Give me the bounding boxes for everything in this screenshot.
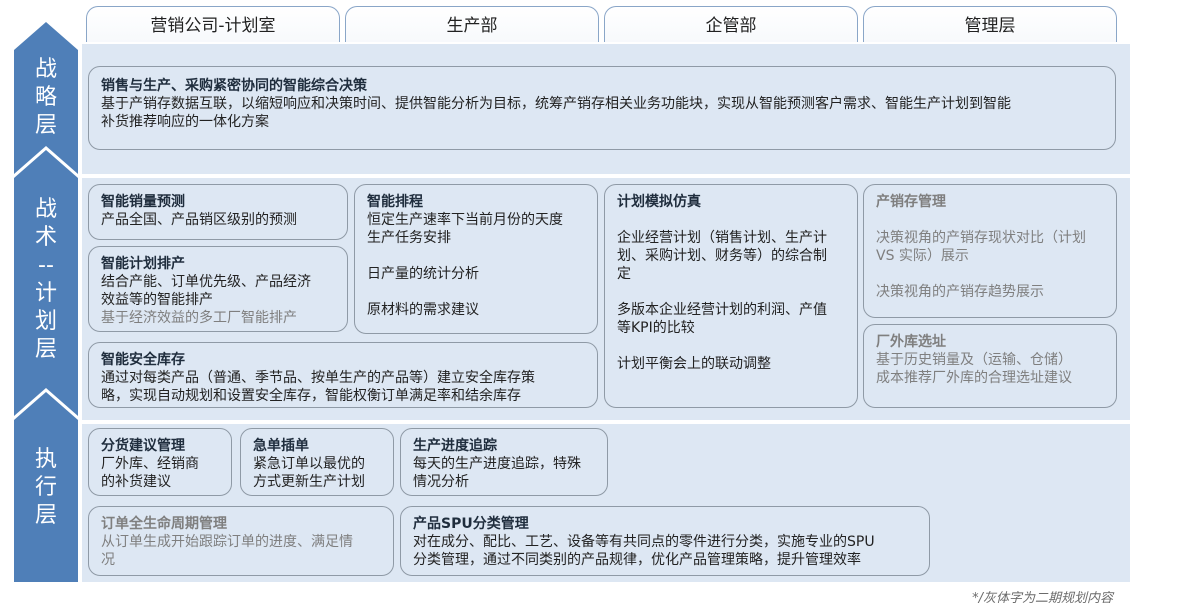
psi-management-desc-2: VS 实际）展示 (876, 248, 969, 264)
urgent-order-title: 急单插单 (253, 438, 309, 454)
strategy-box-line1: 基于产销存数据互联，以缩短响应和决策时间、提供智能分析为目标，统筹产销存相关业务… (101, 96, 1011, 112)
strategy-box-title: 销售与生产、采购紧密协同的智能综合决策 (101, 78, 367, 94)
plan-schedule-title: 智能计划排产 (101, 256, 185, 272)
order-lifecycle-box: 订单全生命周期管理 从订单生成开始跟踪订单的进度、满足情 况 (88, 506, 394, 576)
column-tab-enterprise-mgmt: 企管部 (604, 6, 858, 42)
plan-simulation-desc-6: 计划平衡会上的联动调整 (617, 356, 771, 372)
strategy-decision-box: 销售与生产、采购紧密协同的智能综合决策 基于产销存数据互联，以缩短响应和决策时间… (88, 66, 1116, 150)
sales-forecast-desc: 产品全国、产品销区级别的预测 (101, 212, 297, 228)
psi-management-desc-3: 决策视角的产销存趋势展示 (876, 284, 1044, 300)
psi-management-title: 产销存管理 (876, 194, 946, 210)
replenishment-advice-box: 分货建议管理 厂外库、经销商 的补货建议 (88, 428, 232, 496)
tactics-layer-chevron: 战 术 -- 计 划 层 (14, 150, 78, 416)
plan-simulation-desc-3: 定 (617, 266, 631, 282)
replenishment-advice-desc-2: 的补货建议 (101, 474, 171, 490)
warehouse-siting-desc-2: 成本推荐厂外库的合理选址建议 (876, 370, 1072, 386)
smart-scheduling-desc-4: 原材料的需求建议 (367, 302, 479, 318)
execution-layer-chevron: 执 行 层 (14, 392, 78, 582)
column-tab-marketing-planning: 营销公司-计划室 (86, 6, 340, 42)
sales-forecast-box: 智能销量预测 产品全国、产品销区级别的预测 (88, 184, 348, 240)
safety-stock-box: 智能安全库存 通过对每类产品（普通、季节品、按单生产的产品等）建立安全库存策 略… (88, 342, 598, 408)
replenishment-advice-title: 分货建议管理 (101, 438, 185, 454)
order-lifecycle-desc-1: 从订单生成开始跟踪订单的进度、满足情 (101, 534, 353, 550)
plan-schedule-desc-2: 效益等的智能排产 (101, 292, 213, 308)
plan-simulation-desc-2: 划、采购计划、财务等）的综合制 (617, 248, 827, 264)
urgent-order-desc-1: 紧急订单以最优的 (253, 456, 365, 472)
smart-scheduling-desc-2: 生产任务安排 (367, 230, 451, 246)
execution-layer-label: 执 行 层 (34, 447, 57, 528)
strategy-box-line2: 补货推荐响应的一体化方案 (101, 114, 269, 130)
plan-simulation-box: 计划模拟仿真 企业经营计划（销售计划、生产计 划、采购计划、财务等）的综合制 定… (604, 184, 858, 408)
urgent-order-desc-2: 方式更新生产计划 (253, 474, 365, 490)
replenishment-advice-desc-1: 厂外库、经销商 (101, 456, 199, 472)
warehouse-siting-title: 厂外库选址 (876, 334, 946, 350)
plan-schedule-desc-1: 结合产能、订单优先级、产品经济 (101, 274, 311, 290)
plan-schedule-box: 智能计划排产 结合产能、订单优先级、产品经济 效益等的智能排产 基于经济效益的多… (88, 246, 348, 332)
warehouse-siting-box: 厂外库选址 基于历史销量及（运输、仓储） 成本推荐厂外库的合理选址建议 (863, 324, 1117, 408)
tactics-layer-label: 战 术 -- 计 划 层 (34, 197, 57, 362)
column-tab-production: 生产部 (345, 6, 599, 42)
safety-stock-title: 智能安全库存 (101, 352, 185, 368)
production-progress-desc-2: 情况分析 (413, 474, 469, 490)
product-spu-desc-1: 对在成分、配比、工艺、设备等有共同点的零件进行分类，实施专业的SPU (413, 534, 875, 550)
safety-stock-desc-1: 通过对每类产品（普通、季节品、按单生产的产品等）建立安全库存策 (101, 370, 535, 386)
smart-scheduling-desc-1: 恒定生产速率下当前月份的天度 (367, 212, 563, 228)
production-progress-box: 生产进度追踪 每天的生产进度追踪，特殊 情况分析 (400, 428, 608, 496)
smart-scheduling-title: 智能排程 (367, 194, 423, 210)
psi-management-box: 产销存管理 决策视角的产销存现状对比（计划 VS 实际）展示 决策视角的产销存趋… (863, 184, 1117, 318)
order-lifecycle-desc-2: 况 (101, 552, 115, 568)
safety-stock-desc-2: 略，实现自动规划和设置安全库存，智能权衡订单满足率和结余库存 (101, 388, 521, 404)
product-spu-title: 产品SPU分类管理 (413, 516, 529, 532)
plan-schedule-phase2: 基于经济效益的多工厂智能排产 (101, 310, 297, 326)
plan-simulation-title: 计划模拟仿真 (617, 194, 701, 210)
column-tab-management: 管理层 (863, 6, 1117, 42)
product-spu-desc-2: 分类管理，通过不同类别的产品规律，优化产品管理策略，提升管理效率 (413, 552, 861, 568)
plan-simulation-desc-1: 企业经营计划（销售计划、生产计 (617, 230, 827, 246)
sales-forecast-title: 智能销量预测 (101, 194, 185, 210)
warehouse-siting-desc-1: 基于历史销量及（运输、仓储） (876, 352, 1072, 368)
psi-management-desc-1: 决策视角的产销存现状对比（计划 (876, 230, 1086, 246)
smart-scheduling-desc-3: 日产量的统计分析 (367, 266, 479, 282)
plan-simulation-desc-4: 多版本企业经营计划的利润、产值 (617, 302, 827, 318)
phase2-footnote: */灰体字为二期规划内容 (972, 591, 1113, 606)
strategy-layer-label: 战 略 层 (34, 57, 57, 138)
urgent-order-box: 急单插单 紧急订单以最优的 方式更新生产计划 (240, 428, 394, 496)
production-progress-desc-1: 每天的生产进度追踪，特殊 (413, 456, 581, 472)
product-spu-box: 产品SPU分类管理 对在成分、配比、工艺、设备等有共同点的零件进行分类，实施专业… (400, 506, 930, 576)
smart-scheduling-box: 智能排程 恒定生产速率下当前月份的天度 生产任务安排 日产量的统计分析 原材料的… (354, 184, 598, 334)
plan-simulation-desc-5: 等KPI的比较 (617, 320, 695, 336)
production-progress-title: 生产进度追踪 (413, 438, 497, 454)
order-lifecycle-title: 订单全生命周期管理 (101, 516, 227, 532)
